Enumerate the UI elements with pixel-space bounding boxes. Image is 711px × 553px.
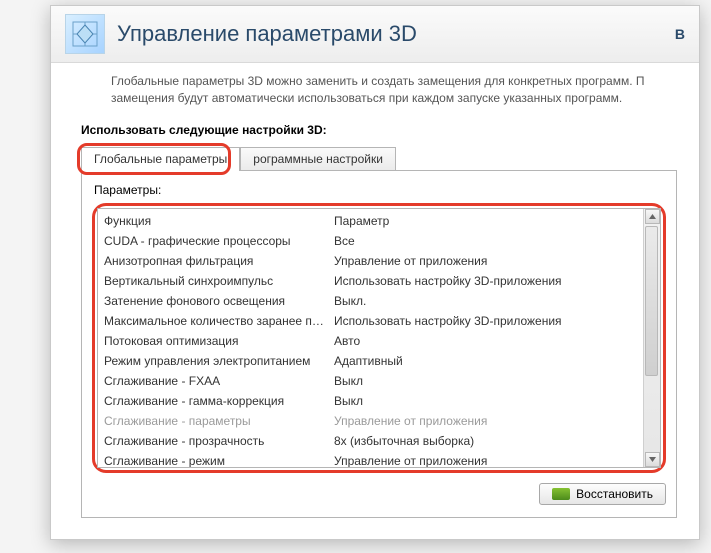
header-bar: Управление параметрами 3D В (51, 6, 699, 63)
list-item-function: CUDA - графические процессоры (104, 234, 334, 248)
content-area: Использовать следующие настройки 3D: Гло… (51, 117, 699, 532)
params-label: Параметры: (94, 183, 666, 197)
list-item-parameter: Использовать настройку 3D-приложения (334, 314, 641, 328)
footer-row: Восстановить (92, 483, 666, 505)
tab-program[interactable]: рограммные настройки (240, 147, 396, 171)
list-item[interactable]: Сглаживание - режимУправление от приложе… (104, 451, 641, 467)
intro-line-2: замещения будут автоматически использова… (111, 90, 671, 107)
list-item-parameter: Использовать настройку 3D-приложения (334, 274, 641, 288)
tab-global[interactable]: Глобальные параметры (81, 147, 240, 171)
list-item-parameter: 8x (избыточная выборка) (334, 434, 641, 448)
list-item-parameter: Выкл (334, 394, 641, 408)
scroll-up-button[interactable] (645, 209, 660, 224)
list-item-function: Затенение фонового освещения (104, 294, 334, 308)
scroll-thumb[interactable] (645, 226, 658, 376)
column-header-function: Функция (104, 214, 334, 228)
red-highlight-list: Функция Параметр CUDA - графические проц… (92, 203, 666, 473)
list-item[interactable]: Сглаживание - прозрачность8x (избыточная… (104, 431, 641, 451)
list-item[interactable]: Режим управления электропитаниемАдаптивн… (104, 351, 641, 371)
list-item-parameter: Выкл (334, 374, 641, 388)
app-logo-icon (65, 14, 105, 54)
list-item-function: Режим управления электропитанием (104, 354, 334, 368)
list-item-function: Сглаживание - прозрачность (104, 434, 334, 448)
scroll-track[interactable] (644, 224, 660, 452)
scroll-down-button[interactable] (645, 452, 660, 467)
restore-button-label: Восстановить (576, 487, 653, 501)
list-item-function: Сглаживание - FXAA (104, 374, 334, 388)
list-item-parameter: Адаптивный (334, 354, 641, 368)
settings-list: Функция Параметр CUDA - графические проц… (97, 208, 661, 468)
list-item[interactable]: Сглаживание - гамма-коррекцияВыкл (104, 391, 641, 411)
page-title: Управление параметрами 3D (117, 21, 675, 47)
list-item[interactable]: Потоковая оптимизацияАвто (104, 331, 641, 351)
list-item[interactable]: CUDA - графические процессорыВсе (104, 231, 641, 251)
list-item[interactable]: Максимальное количество заранее под...Ис… (104, 311, 641, 331)
nvidia-icon (552, 488, 570, 500)
list-item[interactable]: Сглаживание - FXAAВыкл (104, 371, 641, 391)
tab-panel: Параметры: Функция Параметр CUDA - графи… (81, 170, 677, 518)
list-item-function: Максимальное количество заранее под... (104, 314, 334, 328)
settings-list-body[interactable]: Функция Параметр CUDA - графические проц… (98, 209, 643, 467)
list-item[interactable]: Сглаживание - параметрыУправление от при… (104, 411, 641, 431)
intro-line-1: Глобальные параметры 3D можно заменить и… (111, 73, 671, 90)
scrollbar (643, 209, 660, 467)
list-item-function: Потоковая оптимизация (104, 334, 334, 348)
section-label: Использовать следующие настройки 3D: (81, 123, 677, 137)
list-item-function: Сглаживание - режим (104, 454, 334, 467)
list-item-parameter: Авто (334, 334, 641, 348)
list-item-function: Сглаживание - параметры (104, 414, 334, 428)
list-item-parameter: Все (334, 234, 641, 248)
list-item-function: Сглаживание - гамма-коррекция (104, 394, 334, 408)
list-item[interactable]: Затенение фонового освещенияВыкл. (104, 291, 641, 311)
list-item-parameter: Управление от приложения (334, 454, 641, 467)
tabs-bar: Глобальные параметры рограммные настройк… (81, 147, 677, 171)
list-item-parameter: Выкл. (334, 294, 641, 308)
list-item-parameter: Управление от приложения (334, 414, 641, 428)
list-item-function: Вертикальный синхроимпульс (104, 274, 334, 288)
list-item-parameter: Управление от приложения (334, 254, 641, 268)
intro-text: Глобальные параметры 3D можно заменить и… (51, 63, 699, 117)
list-item-function: Анизотропная фильтрация (104, 254, 334, 268)
settings-window: Управление параметрами 3D В Глобальные п… (50, 5, 700, 540)
restore-button[interactable]: Восстановить (539, 483, 666, 505)
header-corner-letter: В (675, 26, 685, 42)
column-header-parameter: Параметр (334, 214, 641, 228)
list-item[interactable]: Вертикальный синхроимпульсИспользовать н… (104, 271, 641, 291)
list-header: Функция Параметр (104, 211, 641, 231)
list-item[interactable]: Анизотропная фильтрацияУправление от при… (104, 251, 641, 271)
